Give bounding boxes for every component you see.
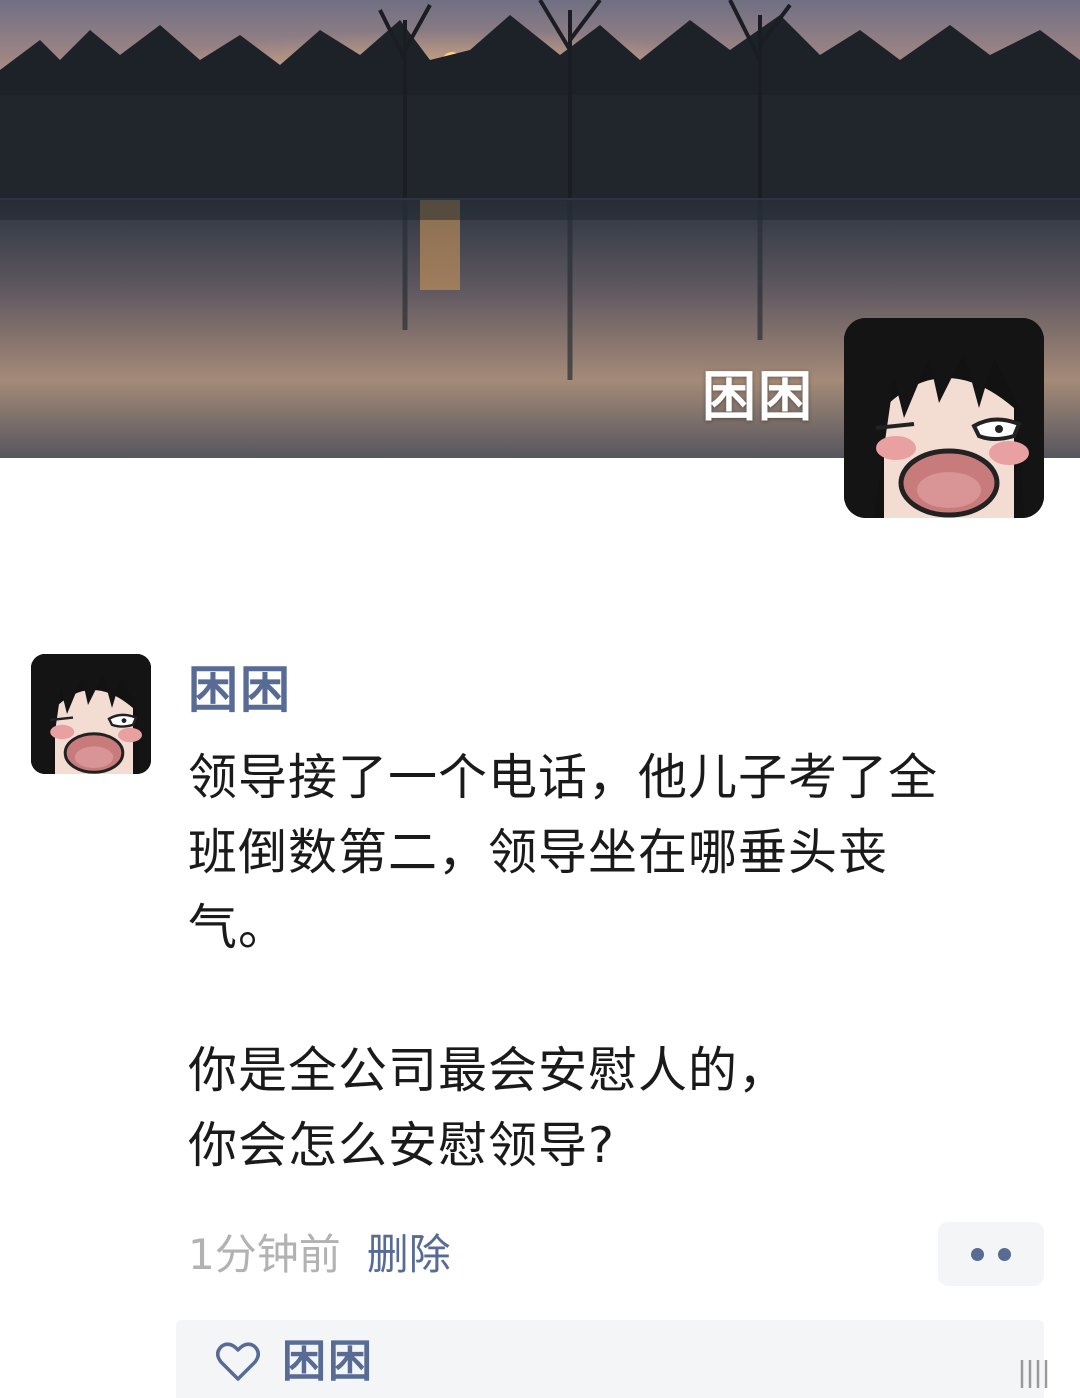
post-author-name[interactable]: 困困 — [188, 658, 292, 722]
more-actions-button[interactable] — [938, 1222, 1044, 1286]
more-dots-icon — [998, 1247, 1011, 1261]
cover-username: 困困 — [702, 365, 814, 428]
post-text-line: 你是全公司最会安慰人的， — [188, 1042, 789, 1099]
anime-girl-avatar-icon — [844, 318, 1044, 518]
post-text-line: 气。 — [188, 899, 289, 956]
post-text-line: 你会怎么安慰领导? — [188, 1117, 616, 1174]
heart-icon — [216, 1342, 260, 1381]
post-author-avatar[interactable] — [31, 654, 151, 774]
post-text-line: 领导接了一个电话，他儿子考了全 — [188, 749, 939, 806]
cover-avatar[interactable] — [844, 318, 1044, 518]
more-dots-icon — [971, 1247, 984, 1261]
post-timestamp: 1分钟前 — [188, 1230, 341, 1279]
post-text: 领导接了一个电话，他儿子考了全 班倒数第二，领导坐在哪垂头丧 气。 你是全公司最… — [188, 740, 1058, 1183]
anime-girl-avatar-icon — [31, 654, 151, 774]
post-text-line: 班倒数第二，领导坐在哪垂头丧 — [188, 824, 889, 881]
likes-panel: 困困 — [176, 1320, 1044, 1398]
scroll-indicator-icon — [1020, 1360, 1048, 1388]
post-meta: 1分钟前 删除 — [188, 1228, 451, 1282]
delete-button[interactable]: 删除 — [367, 1230, 451, 1279]
liker-name[interactable]: 困困 — [282, 1332, 374, 1392]
